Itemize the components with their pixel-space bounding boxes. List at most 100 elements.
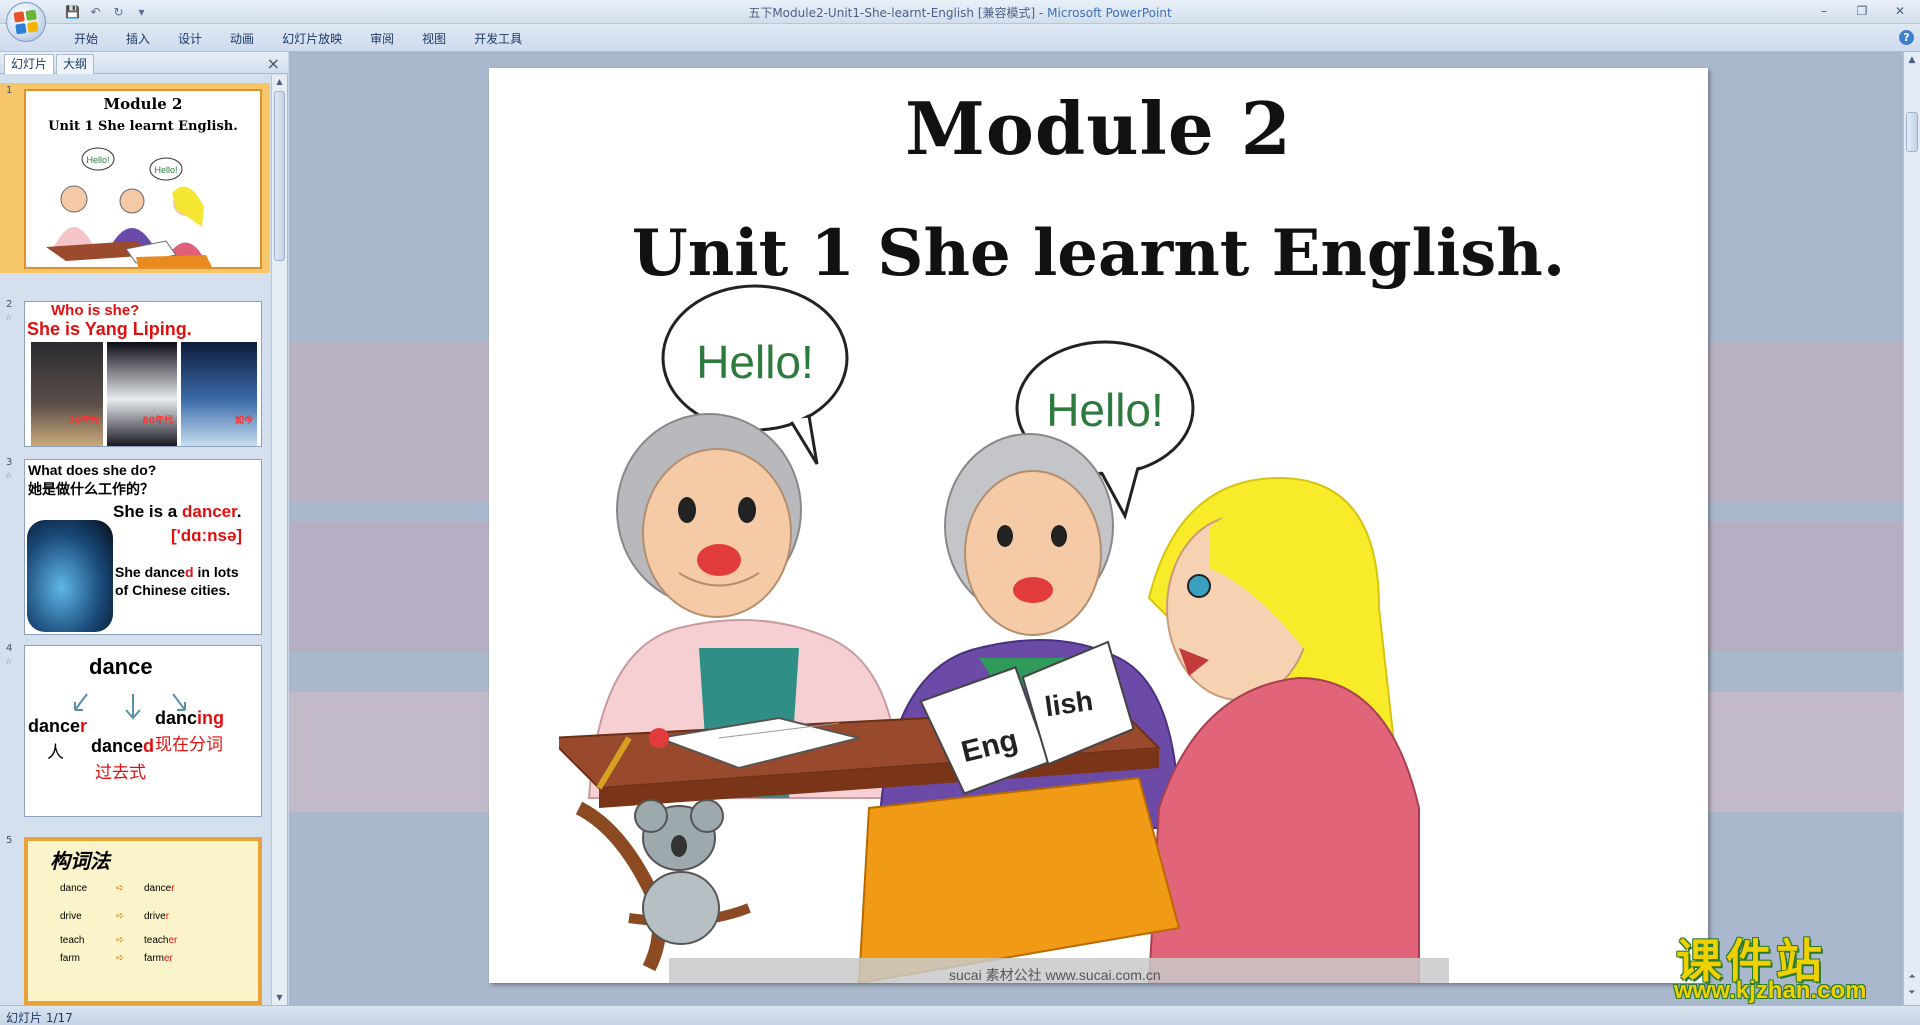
- slide-counter: 幻灯片 1/17: [6, 1011, 73, 1025]
- restore-button[interactable]: ❐: [1850, 3, 1874, 19]
- thumb-derived-3-cn: 现在分词: [155, 735, 223, 754]
- thumb-sentence: She danced in lots: [115, 564, 239, 580]
- thumb-line2: She is Yang Liping.: [27, 319, 192, 339]
- powerpoint-window: 💾 ↶ ↻ ▾ 五下Module2-Unit1-She-learnt-Engli…: [0, 0, 1920, 1025]
- svg-text:Hello!: Hello!: [154, 165, 177, 175]
- tab-insert[interactable]: 插入: [112, 30, 164, 48]
- scrollbar-thumb[interactable]: [1906, 112, 1918, 152]
- document-name: 五下Module2-Unit1-She-learnt-English [兼容模式…: [748, 6, 1048, 20]
- row-b: teacher: [144, 935, 177, 946]
- thumb-word: dance: [89, 654, 153, 679]
- thumb-photo-1: 70年代: [31, 342, 103, 446]
- tab-slides[interactable]: 幻灯片: [4, 54, 55, 74]
- sentence-text: She dance: [115, 564, 186, 580]
- word-base: dance: [144, 883, 172, 894]
- tab-home[interactable]: 开始: [60, 30, 112, 48]
- office-button[interactable]: [6, 2, 46, 42]
- tab-slideshow[interactable]: 幻灯片放映: [268, 30, 356, 48]
- thumbnail-preview: Who is she? She is Yang Liping. 70年代 80年…: [24, 301, 262, 447]
- thumb-subtitle: Unit 1 She learnt English.: [48, 119, 238, 134]
- scroll-up-icon[interactable]: ▲: [272, 75, 287, 89]
- tab-view[interactable]: 视图: [408, 30, 460, 48]
- thumb-title: Module 2: [103, 95, 183, 113]
- svg-text:Hello!: Hello!: [86, 155, 109, 165]
- thumb-derived-3: dancing: [155, 708, 224, 729]
- close-pane-icon[interactable]: ×: [267, 54, 280, 73]
- slide-title[interactable]: Module 2: [489, 86, 1708, 171]
- minimize-button[interactable]: –: [1812, 3, 1836, 19]
- bubble-2-text: Hello!: [1046, 384, 1164, 436]
- arrow-icon: ➪: [116, 953, 125, 964]
- slide-thumbnail-list: 1 Module 2 Unit 1 She learnt English. He…: [0, 75, 270, 1005]
- row-a: teach: [60, 935, 85, 946]
- slide-number: 4: [6, 643, 13, 654]
- animation-star-icon: ☆: [5, 313, 13, 322]
- thumb-phonetic: ['dɑːnsə]: [171, 526, 243, 545]
- thumbnail-preview: What does she do? 她是做什么工作的？ She is a dan…: [24, 459, 262, 635]
- close-button[interactable]: ✕: [1888, 3, 1912, 19]
- tab-review[interactable]: 审阅: [356, 30, 408, 48]
- slide-scrollbar[interactable]: ▲ ⏶ ⏷: [1903, 52, 1920, 1005]
- next-slide-icon[interactable]: ⏷: [1904, 985, 1920, 1001]
- slide-thumbnail-1[interactable]: 1 Module 2 Unit 1 She learnt English. He…: [0, 83, 270, 273]
- current-slide[interactable]: Module 2 Unit 1 She learnt English. Hell…: [489, 68, 1708, 983]
- row-a: drive: [60, 911, 82, 922]
- slide-illustration[interactable]: Hello! Hello! Eng lish sucai 素材公社 www.su…: [559, 268, 1559, 983]
- arrow-icon: ➪: [116, 883, 125, 894]
- tab-developer[interactable]: 开发工具: [460, 30, 536, 48]
- slide-thumbnail-5[interactable]: 5 构词法 dance ➪ dancer drive ➪ driver teac…: [0, 833, 270, 1005]
- thumbnail-preview: Module 2 Unit 1 She learnt English. Hell…: [24, 89, 262, 269]
- word-suffix: r: [165, 911, 170, 922]
- answer-word: dancer: [181, 502, 237, 521]
- status-bar: 幻灯片 1/17: [0, 1005, 1920, 1025]
- thumb-illustration: Hello! Hello!: [46, 147, 212, 267]
- orange-table: [857, 776, 1181, 983]
- word-base: drive: [144, 911, 166, 922]
- tab-design[interactable]: 设计: [164, 30, 216, 48]
- animation-star-icon: ☆: [5, 657, 13, 666]
- watermark-logo: 课件站 www.kjzhan.com: [1670, 925, 1902, 1005]
- word-suffix: ing: [197, 708, 225, 728]
- slide-thumbnail-2[interactable]: 2 ☆ Who is she? She is Yang Liping. 70年代…: [0, 297, 270, 449]
- row-a: dance: [60, 883, 88, 894]
- slides-pane: 幻灯片 大纲 × 1 Module 2 Unit 1 She learnt En…: [0, 52, 288, 1005]
- slide-thumbnail-4[interactable]: 4 ☆ dance dancer 人 danced 过去式 dancing 现在…: [0, 641, 270, 817]
- photo-caption: 如今: [234, 416, 253, 426]
- animation-star-icon: ☆: [5, 471, 13, 480]
- help-icon[interactable]: ?: [1899, 30, 1914, 45]
- window-title: 五下Module2-Unit1-She-learnt-English [兼容模式…: [0, 4, 1920, 21]
- slide-number: 3: [6, 457, 13, 468]
- footer-text: sucai 素材公社 www.sucai.com.cn: [949, 967, 1161, 983]
- thumb-answer: She is a dancer.: [113, 502, 242, 522]
- thumbnail-preview: 构词法 dance ➪ dancer drive ➪ driver teach …: [24, 837, 262, 1005]
- thumb-dancer-photo: [27, 520, 113, 632]
- arrow-icon: ➪: [116, 935, 125, 946]
- thumb-q2: 她是做什么工作的？: [28, 481, 154, 497]
- pane-tabs: 幻灯片 大纲 ×: [0, 52, 288, 74]
- photo-caption: 70年代: [68, 416, 99, 426]
- word-base: farm: [144, 953, 164, 964]
- thumb-derived-2: danced: [91, 736, 154, 757]
- thumb-title: 构词法: [50, 851, 110, 873]
- thumbnail-preview: dance dancer 人 danced 过去式 dancing 现在分词: [24, 645, 262, 817]
- answer-text: She is a: [113, 502, 182, 521]
- thumb-derived-1-cn: 人: [47, 743, 64, 762]
- previous-slide-icon[interactable]: ⏶: [1904, 969, 1920, 985]
- thumb-photo-2: 80年代: [107, 342, 177, 446]
- word-base: danc: [155, 708, 198, 728]
- office-logo-icon: [13, 9, 39, 35]
- slide-thumbnail-3[interactable]: 3 ☆ What does she do? 她是做什么工作的？ She is a…: [0, 455, 270, 635]
- window-controls: – ❐ ✕: [1812, 0, 1916, 22]
- scroll-down-icon[interactable]: ▼: [272, 991, 287, 1005]
- thumb-derived-1: dancer: [28, 716, 87, 737]
- scroll-up-icon[interactable]: ▲: [1904, 52, 1920, 68]
- watermark-url: www.kjzhan.com: [1674, 977, 1867, 1004]
- tab-animations[interactable]: 动画: [216, 30, 268, 48]
- thumbnail-scrollbar[interactable]: ▲ ▼: [271, 75, 287, 1005]
- word-suffix: d: [143, 736, 155, 756]
- bubble-1-text: Hello!: [696, 336, 814, 388]
- scrollbar-thumb[interactable]: [274, 91, 285, 261]
- arrow-icon: ➪: [116, 911, 125, 922]
- row-b: dancer: [144, 883, 175, 894]
- tab-outline[interactable]: 大纲: [56, 54, 95, 74]
